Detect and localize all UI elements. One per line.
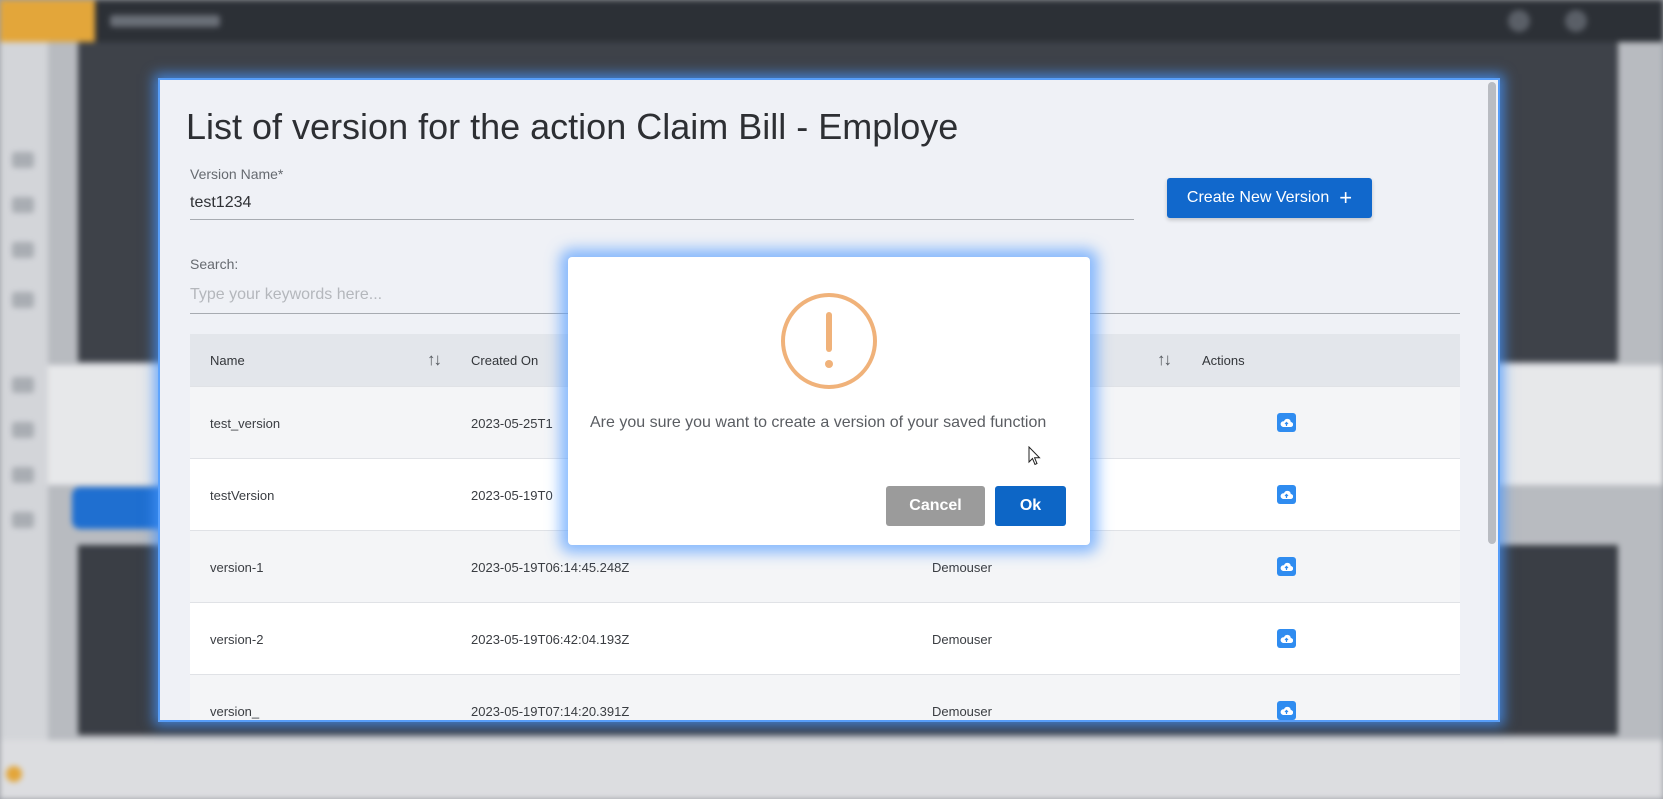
background-button: [72, 487, 172, 529]
column-header-created-on[interactable]: Created On: [471, 334, 538, 386]
background-topbar: [0, 0, 1663, 42]
row-created-on: 2023-05-19T07:14:20.391Z: [471, 703, 630, 719]
column-header-name[interactable]: Name: [210, 334, 245, 386]
background-sidebar: [0, 42, 48, 799]
row-created-on: 2023-05-19T06:42:04.193Z: [471, 631, 630, 647]
cancel-button[interactable]: Cancel: [886, 486, 985, 526]
row-name: version-1: [210, 559, 264, 575]
row-name: version_: [210, 703, 260, 719]
background-footer-icon: [6, 766, 22, 782]
plus-icon: +: [1339, 185, 1353, 210]
row-created-on: 2023-05-19T0: [471, 487, 553, 503]
mouse-pointer-icon: [1028, 446, 1041, 466]
dialog-message: Are you sure you want to create a versio…: [590, 414, 1047, 431]
upload-cloud-icon[interactable]: [1277, 701, 1296, 720]
background-footer: [0, 740, 1663, 799]
column-header-actions: Actions: [1202, 352, 1245, 368]
upload-cloud-icon[interactable]: [1277, 557, 1296, 576]
row-name: test_version: [210, 415, 281, 431]
modal-scrollbar[interactable]: [1488, 82, 1496, 544]
warning-icon: [781, 293, 877, 389]
create-new-version-label: Create New Version: [1186, 189, 1330, 206]
page-title: List of version for the action Claim Bil…: [186, 106, 959, 147]
create-new-version-button[interactable]: Create New Version +: [1167, 178, 1372, 218]
row-name: version-2: [210, 631, 264, 647]
upload-cloud-icon[interactable]: [1277, 413, 1296, 432]
row-created-on: 2023-05-25T1: [471, 415, 553, 431]
table-row: version-2 2023-05-19T06:42:04.193Z Demou…: [190, 602, 1460, 674]
row-created-by: Demouser: [932, 703, 992, 719]
sort-name-icon[interactable]: ↑↓: [427, 334, 442, 386]
version-name-label: Version Name*: [190, 166, 284, 182]
upload-cloud-icon[interactable]: [1277, 485, 1296, 504]
version-name-input[interactable]: [190, 186, 1134, 220]
background-user-icon: [1508, 10, 1530, 32]
table-row: version_ 2023-05-19T07:14:20.391Z Demous…: [190, 674, 1460, 720]
row-created-by: Demouser: [932, 631, 992, 647]
ok-button[interactable]: Ok: [995, 486, 1066, 526]
background-title: [110, 15, 220, 27]
sort-created-by-icon[interactable]: ↑↓: [1157, 334, 1172, 386]
row-name: testVersion: [210, 487, 275, 503]
upload-cloud-icon[interactable]: [1277, 629, 1296, 648]
search-label: Search:: [190, 256, 239, 272]
background-settings-icon: [1565, 10, 1587, 32]
confirm-dialog: Are you sure you want to create a versio…: [568, 257, 1090, 545]
background-logo: [0, 0, 95, 42]
